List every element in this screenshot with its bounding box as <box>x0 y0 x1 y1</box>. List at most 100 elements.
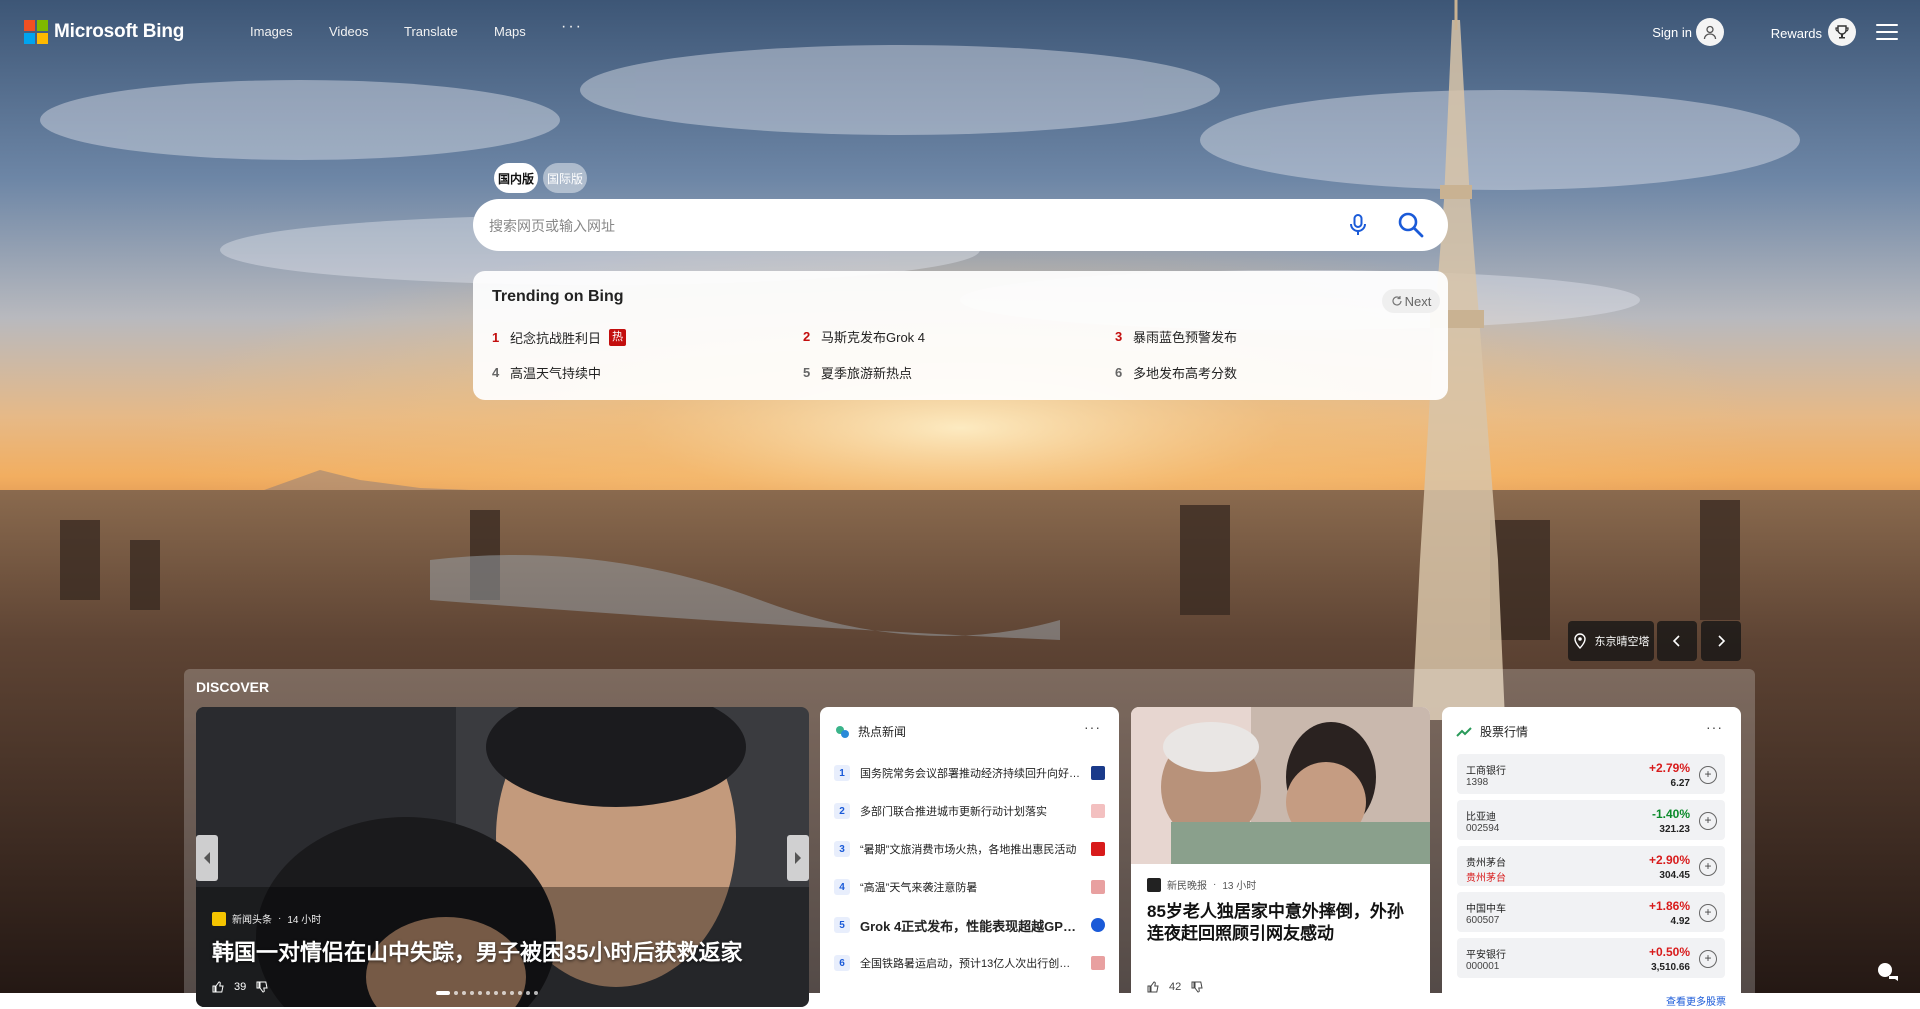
thumbs-down-icon[interactable] <box>256 981 268 993</box>
bing-logo[interactable]: Microsoft Bing <box>24 20 184 44</box>
trending-item[interactable]: 3 暴雨蓝色预警发布 <box>1115 327 1237 346</box>
trending-item[interactable]: 6 多地发布高考分数 <box>1115 363 1237 382</box>
stock-row[interactable]: 比亚迪 002594 -1.40% 321.23 + <box>1457 800 1725 840</box>
sign-in-link[interactable]: Sign in <box>1652 25 1692 40</box>
story-photo <box>1131 707 1430 864</box>
add-stock-plus-icon[interactable]: + <box>1699 858 1717 876</box>
news-headline: 多部门联合推进城市更新行动计划落实 <box>860 806 1047 818</box>
prev-image-button[interactable] <box>1657 621 1697 661</box>
thumbs-up-icon[interactable] <box>1147 981 1159 993</box>
source-logo-icon <box>212 911 226 926</box>
more-stocks-link[interactable]: 查看更多股票 <box>1666 993 1726 1007</box>
trending-rank: 4 <box>492 365 500 380</box>
rewards-trophy-icon[interactable] <box>1828 18 1856 46</box>
microphone-icon[interactable] <box>1344 211 1372 239</box>
menu-hamburger-icon[interactable] <box>1876 24 1898 40</box>
tab-international[interactable]: 国际版 <box>543 163 587 193</box>
add-stock-plus-icon[interactable]: + <box>1699 766 1717 784</box>
trending-panel: Trending on Bing Next 1 纪念抗战胜利日 热 2 马斯克发… <box>473 271 1448 400</box>
hero-reactions: 39 <box>212 981 268 993</box>
hero-headline[interactable]: 韩国一对情侣在山中失踪，男子被困35小时后获救返家 <box>212 935 742 967</box>
news-rank: 4 <box>834 879 850 895</box>
add-stock-plus-icon[interactable]: + <box>1699 904 1717 922</box>
trending-rank: 6 <box>1115 365 1123 380</box>
image-location-button[interactable]: 东京晴空塔 <box>1568 621 1654 661</box>
news-card-header: 热点新闻 <box>834 723 906 740</box>
stock-row[interactable]: 中国中车 600507 +1.86% 4.92 + <box>1457 892 1725 932</box>
trending-item[interactable]: 1 纪念抗战胜利日 热 <box>492 328 627 347</box>
news-list-item[interactable]: 2 多部门联合推进城市更新行动计划落实 <box>834 800 1105 822</box>
search-input[interactable] <box>487 213 1331 239</box>
add-stock-plus-icon[interactable]: + <box>1699 950 1717 968</box>
search-magnifier-icon[interactable] <box>1395 209 1427 241</box>
hot-news-card: 热点新闻 ··· 1 国务院常务会议部署推动经济持续回升向好措施 2 多部门联合… <box>820 707 1119 1007</box>
trending-next-label: Next <box>1404 293 1432 309</box>
news-source-icon <box>1091 956 1105 970</box>
hero-prev-button[interactable] <box>196 835 218 881</box>
thumbs-down-icon[interactable] <box>1191 981 1203 993</box>
stock-change: +1.86% <box>1648 899 1690 913</box>
story-card[interactable]: 新民晚报 · 13 小时 85岁老人独居家中意外摔倒，外孙连夜赶回照顾引网友感动… <box>1131 707 1430 1007</box>
thumbs-up-icon[interactable] <box>212 981 224 993</box>
story-reactions: 42 <box>1147 981 1203 993</box>
top-bar: Microsoft Bing Images Videos Translate M… <box>0 0 1920 66</box>
tab-domestic[interactable]: 国内版 <box>494 163 538 193</box>
nav-maps[interactable]: Maps <box>494 24 526 39</box>
hero-news-card[interactable]: 新闻头条 · 14 小时 韩国一对情侣在山中失踪，男子被困35小时后获救返家 3… <box>196 707 809 1007</box>
stock-change: +2.90% <box>1648 853 1690 867</box>
stocks-more-options-icon[interactable]: ··· <box>1706 719 1723 735</box>
stock-row[interactable]: 工商银行 1398 +2.79% 6.27 + <box>1457 754 1725 794</box>
trending-item[interactable]: 4 高温天气持续中 <box>492 363 601 382</box>
stock-code: 600507 <box>1466 915 1500 926</box>
brand-name: Microsoft Bing <box>54 21 185 42</box>
trending-text: 夏季旅游新热点 <box>821 366 913 381</box>
trending-text: 纪念抗战胜利日 <box>510 331 602 346</box>
news-list-item[interactable]: 6 全国铁路暑运启动，预计13亿人次出行创同期历史新高 <box>834 952 1105 974</box>
caret-right-icon <box>795 852 801 864</box>
trending-next-button[interactable]: Next <box>1382 289 1440 313</box>
hero-meta: 新闻头条 · 14 小时 <box>212 911 321 926</box>
news-category-icon <box>836 725 849 738</box>
caret-left-icon <box>204 852 210 864</box>
hero-source: 新闻头条 <box>232 915 272 926</box>
trending-text: 马斯克发布Grok 4 <box>821 330 926 345</box>
news-list-item[interactable]: 3 “暑期”文旅消费市场火热，各地推出惠民活动 <box>834 838 1105 860</box>
discover-section: DISCOVER 新闻头条 · 14 小时 韩国一对情侣在山中失踪，男子被困35… <box>184 669 1755 1009</box>
hero-next-button[interactable] <box>787 835 809 881</box>
trending-rank: 5 <box>803 365 811 380</box>
microsoft-logo-icon <box>24 20 48 44</box>
story-headline[interactable]: 85岁老人独居家中意外摔倒，外孙连夜赶回照顾引网友感动 <box>1147 901 1417 945</box>
nav-videos[interactable]: Videos <box>329 24 369 39</box>
news-headline: 全国铁路暑运启动，预计13亿人次出行创同期历史新高 <box>860 958 1081 970</box>
discover-title: DISCOVER <box>196 679 270 695</box>
stock-change: +0.50% <box>1648 945 1690 959</box>
news-list-item[interactable]: 5 Grok 4正式发布，性能表现超越GPT-5等主流模型 <box>834 914 1105 936</box>
trending-item[interactable]: 5 夏季旅游新热点 <box>803 363 912 382</box>
news-source-icon <box>1091 842 1105 856</box>
news-source-icon <box>1091 766 1105 780</box>
stock-price: 304.45 <box>1659 870 1690 881</box>
stock-change: +2.79% <box>1648 761 1690 775</box>
stock-code: 1398 <box>1466 777 1489 788</box>
stock-row[interactable]: 平安银行 000001 +0.50% 3,510.66 + <box>1457 938 1725 978</box>
next-image-button[interactable] <box>1701 621 1741 661</box>
stock-row[interactable]: 贵州茅台 贵州茅台 +2.90% 304.45 + <box>1457 846 1725 886</box>
user-avatar-icon[interactable] <box>1696 18 1724 46</box>
news-rank: 2 <box>834 803 850 819</box>
stock-price: 4.92 <box>1670 916 1690 927</box>
nav-more-button[interactable]: ··· <box>561 18 583 36</box>
feedback-chat-icon[interactable] <box>1874 958 1902 986</box>
stock-name: 贵州茅台 <box>1466 858 1506 869</box>
trending-text: 暴雨蓝色预警发布 <box>1133 330 1238 345</box>
location-pin-icon <box>1573 633 1586 649</box>
trending-item[interactable]: 2 马斯克发布Grok 4 <box>803 327 925 346</box>
news-more-options-icon[interactable]: ··· <box>1084 719 1101 735</box>
rewards-link[interactable]: Rewards <box>1771 26 1822 41</box>
nav-images[interactable]: Images <box>250 24 293 39</box>
nav-translate[interactable]: Translate <box>404 24 458 39</box>
news-list-item[interactable]: 1 国务院常务会议部署推动经济持续回升向好措施 <box>834 762 1105 784</box>
stock-price: 3,510.66 <box>1651 962 1690 973</box>
add-stock-plus-icon[interactable]: + <box>1699 812 1717 830</box>
news-list-item[interactable]: 4 “高温”天气来袭注意防暑 <box>834 876 1105 898</box>
stock-code: 000001 <box>1466 961 1500 972</box>
